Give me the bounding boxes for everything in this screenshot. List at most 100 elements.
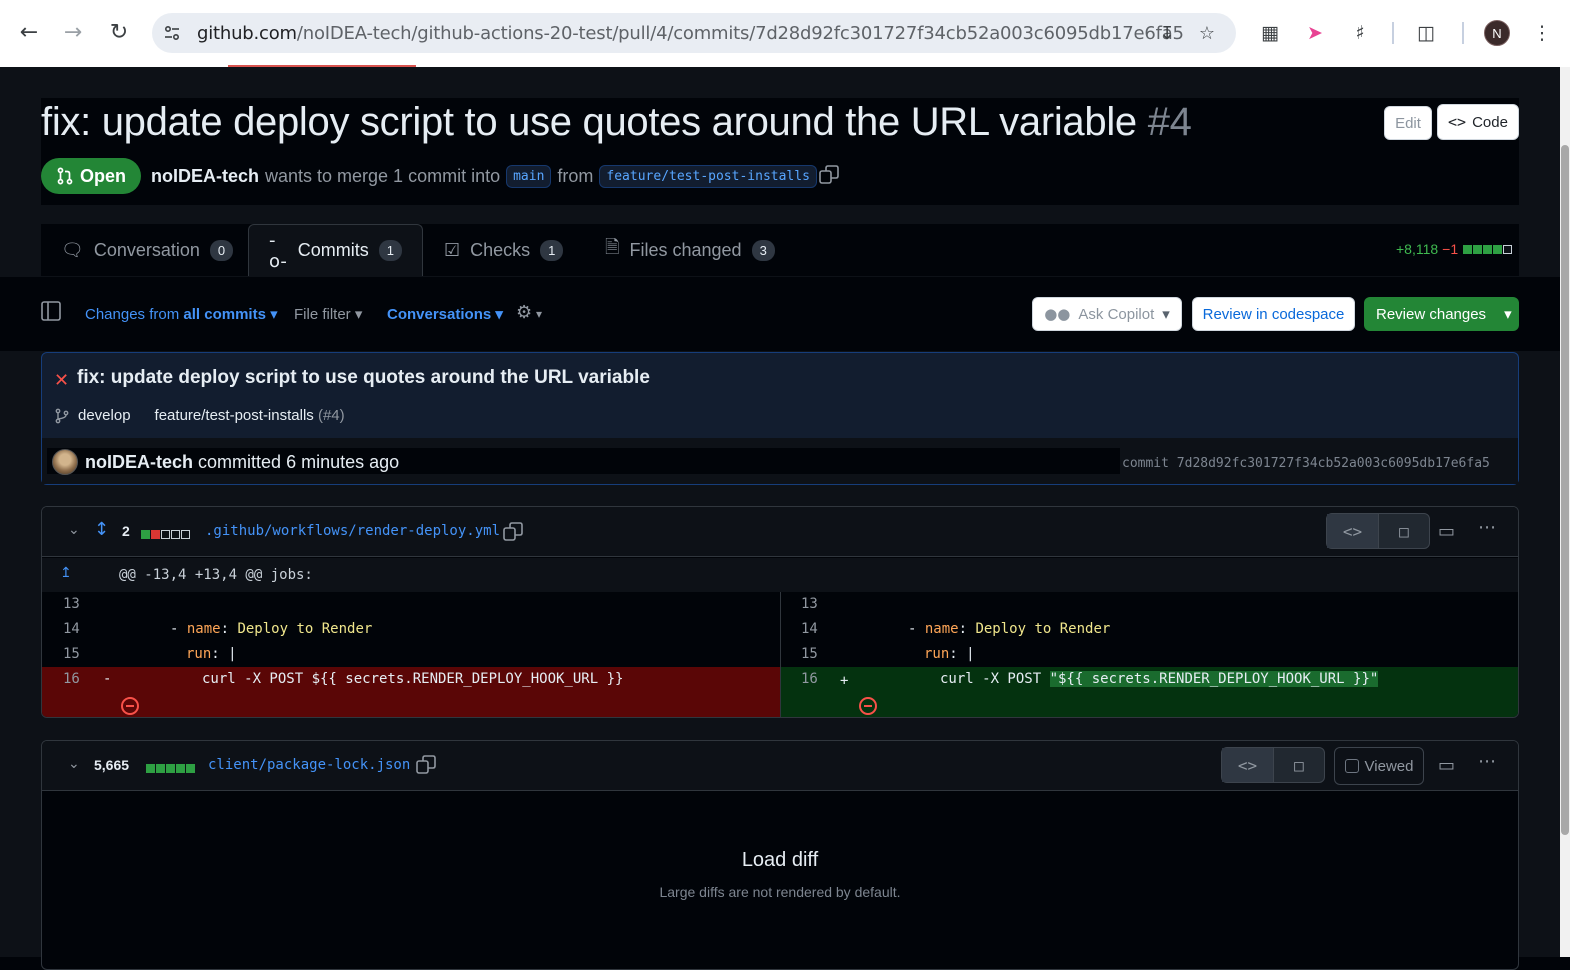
git-branch-icon — [55, 408, 69, 423]
file-diff-package-lock: ⌄ 5,665 client/package-lock.json <> □ Vi… — [41, 740, 1519, 970]
commit-title: fix: update deploy script to use quotes … — [77, 367, 650, 388]
pink-extension-icon[interactable]: ➤ — [1301, 19, 1329, 47]
url-text[interactable]: github.com/noIDEA-tech/github-actions-20… — [197, 23, 1184, 44]
rich-diff-file-icon[interactable]: □ — [1273, 748, 1324, 782]
file-path-link[interactable]: client/package-lock.json — [208, 757, 410, 773]
sidebar-toggle-icon[interactable] — [40, 300, 62, 326]
line-number[interactable]: 16 — [801, 671, 818, 687]
site-info-icon[interactable] — [160, 21, 184, 45]
load-diff-link[interactable]: Load diff — [42, 849, 1518, 872]
scrollbar-thumb[interactable] — [1561, 145, 1569, 835]
code-button-label: Code — [1472, 113, 1508, 131]
comment-icon[interactable]: ▭ — [1438, 521, 1455, 542]
review-in-codespace-button[interactable]: Review in codespace — [1192, 297, 1355, 331]
pr-author-link[interactable]: noIDEA-tech — [151, 166, 259, 187]
collapse-chevron-icon[interactable]: ⌄ — [68, 756, 80, 772]
file-filter-menu[interactable]: File filter ▾ — [294, 305, 362, 323]
hunk-text: @@ -13,4 +13,4 @@ jobs: — [119, 567, 313, 583]
changes-from-menu[interactable]: Changes from all commits ▾ — [85, 305, 278, 323]
tab-commits[interactable]: -o- Commits 1 — [248, 224, 423, 276]
forward-icon[interactable]: → — [58, 17, 88, 47]
collapse-chevron-icon[interactable]: ⌄ — [68, 522, 80, 538]
commit-branch-develop[interactable]: develop — [78, 407, 131, 424]
comment-icon[interactable]: ▭ — [1438, 755, 1455, 776]
changes-from-label: Changes from — [85, 306, 180, 323]
hunk-header: ↥ @@ -13,4 +13,4 @@ jobs: — [42, 558, 1518, 592]
yaml-dash: - — [908, 621, 917, 637]
copy-path-icon[interactable] — [415, 754, 437, 776]
line-number[interactable]: 14 — [801, 621, 818, 637]
chevron-down-icon: ▾ — [495, 306, 503, 323]
source-diff-icon[interactable]: <> — [1327, 514, 1378, 548]
checkbox[interactable] — [1344, 759, 1359, 773]
viewed-checkbox[interactable]: Viewed — [1334, 747, 1424, 785]
line-number[interactable]: 15 — [801, 646, 818, 662]
chevron-down-icon: ▾ — [354, 306, 363, 323]
pr-meta: noIDEA-tech wants to merge 1 commit into… — [151, 165, 817, 188]
commit-branches: develop feature/test-post-installs (#4) — [54, 407, 345, 424]
file-change-count: 2 — [122, 523, 130, 539]
bookmark-star-icon[interactable]: ☆ — [1195, 21, 1219, 45]
address-bar[interactable]: github.com/noIDEA-tech/github-actions-20… — [152, 13, 1236, 53]
install-app-icon[interactable]: ↧ — [1155, 21, 1179, 45]
copilot-icon: ●● — [1044, 305, 1071, 323]
line-number[interactable]: 14 — [63, 621, 80, 637]
copy-icon[interactable] — [818, 164, 840, 186]
expand-up-icon[interactable]: ↥ — [60, 565, 72, 581]
tab-files-changed[interactable]: 🗎 Files changed 3 — [585, 224, 795, 276]
review-changes-button[interactable]: Review changes ▾ — [1364, 297, 1519, 331]
chevron-down-icon: ▾ — [1504, 306, 1512, 323]
line-number[interactable]: 16 — [63, 671, 80, 687]
failed-status-x-icon[interactable]: ✕ — [54, 370, 69, 391]
avatar[interactable] — [52, 449, 78, 475]
browser-menu-icon[interactable]: ⋮ — [1528, 19, 1556, 47]
code-line-deleted: curl -X POST ${{ secrets.RENDER_DEPLOY_H… — [202, 671, 624, 687]
edit-title-button[interactable]: Edit — [1384, 106, 1432, 140]
base-branch[interactable]: main — [506, 165, 552, 188]
file-header: ⌄ ↕ 2 .github/workflows/render-deploy.ym… — [42, 507, 1518, 557]
remove-circle-icon — [859, 697, 877, 715]
yaml-pipe: | — [966, 646, 975, 662]
file-change-count: 5,665 — [94, 757, 130, 773]
commit-time: 6 minutes ago — [286, 452, 400, 472]
file-path-link[interactable]: .github/workflows/render-deploy.yml — [205, 523, 500, 539]
load-diff-note: Large diffs are not rendered by default. — [659, 884, 901, 900]
source-diff-icon[interactable]: <> — [1222, 748, 1273, 782]
head-branch[interactable]: feature/test-post-installs — [599, 165, 817, 188]
line-number[interactable]: 13 — [801, 596, 818, 612]
rich-diff-file-icon[interactable]: □ — [1378, 514, 1429, 548]
profile-avatar[interactable]: N — [1484, 20, 1510, 46]
ask-copilot-label: Ask Copilot — [1078, 305, 1155, 323]
back-icon[interactable]: ← — [14, 17, 44, 47]
commit-pr-ref[interactable]: (#4) — [318, 407, 345, 424]
commit-author-link[interactable]: noIDEA-tech — [85, 452, 193, 472]
code-brackets-icon: <> — [1448, 113, 1467, 131]
expand-all-icon[interactable]: ↕ — [94, 519, 109, 540]
all-commits-label: all commits — [183, 306, 266, 323]
deletions-count: −1 — [1442, 241, 1459, 257]
view-toggle: <> □ — [1221, 747, 1325, 783]
copy-path-icon[interactable] — [502, 521, 524, 543]
code-line: - name: Deploy to Render — [908, 621, 1111, 637]
code-button[interactable]: <> Code — [1437, 104, 1519, 140]
extensions-puzzle-icon[interactable]: ♯ — [1346, 19, 1374, 47]
commit-branch-feature[interactable]: feature/test-post-installs — [155, 407, 314, 424]
url-host: github.com — [197, 23, 297, 44]
kebab-menu-icon[interactable]: ⋯ — [1478, 751, 1496, 772]
line-number[interactable]: 13 — [63, 596, 80, 612]
tab-conversation[interactable]: 🗨 Conversation 0 — [41, 224, 253, 276]
tab-count: 1 — [540, 239, 564, 261]
reload-icon[interactable]: ↻ — [104, 17, 134, 47]
reading-extension-icon[interactable]: ▦ — [1256, 19, 1284, 47]
pr-title-text: fix: update deploy script to use quotes … — [41, 100, 1137, 144]
page-scrollbar[interactable] — [1560, 67, 1570, 957]
kebab-menu-icon[interactable]: ⋯ — [1478, 517, 1496, 538]
committed-label: committed — [198, 452, 282, 472]
diff-settings-gear-icon[interactable]: ⚙ ▾ — [516, 302, 542, 323]
reading-mode-icon[interactable]: ◫ — [1412, 19, 1440, 47]
conversations-menu[interactable]: Conversations ▾ — [387, 305, 503, 323]
git-pull-request-icon — [57, 167, 73, 185]
line-number[interactable]: 15 — [63, 646, 80, 662]
ask-copilot-button[interactable]: ●● Ask Copilot ▾ — [1032, 297, 1182, 331]
tab-checks[interactable]: ☑ Checks 1 — [424, 224, 583, 276]
